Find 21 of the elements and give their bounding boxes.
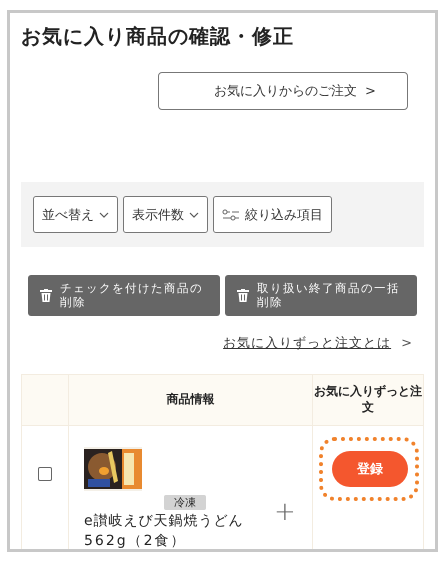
product-name: e讃岐えび天鍋焼うどん — [84, 512, 245, 531]
filter-button[interactable]: 絞り込み項目 — [213, 196, 332, 233]
plus-icon[interactable]: + — [274, 497, 296, 549]
filter-icon — [222, 208, 240, 220]
column-header: お気に入りずっと注文 — [312, 374, 424, 426]
trash-icon — [237, 289, 249, 302]
product-size: 562g（2食） — [84, 532, 188, 549]
page-title: お気に入り商品の確認・修正 — [21, 23, 295, 50]
column-header: 商品情報 — [68, 374, 312, 426]
checkbox[interactable] — [38, 467, 52, 481]
about-link[interactable]: お気に入りずっと注文とは — [223, 334, 392, 352]
frozen-tag: 冷凍 — [164, 495, 206, 510]
delete-button[interactable]: チェックを付けた商品の削除 — [28, 275, 220, 316]
dropdown-button[interactable]: 並べ替え — [33, 196, 118, 233]
delete-button[interactable]: 取り扱い終了商品の一括削除 — [225, 275, 417, 316]
chevron-icon: > — [401, 336, 412, 350]
caret-icon — [189, 212, 199, 218]
caret-icon — [99, 212, 109, 218]
order-from-favorites-button[interactable]: お気に入りからのご注文 > — [158, 72, 408, 110]
dropdown-button[interactable]: 表示件数 — [123, 196, 208, 233]
trash-icon — [40, 289, 52, 302]
